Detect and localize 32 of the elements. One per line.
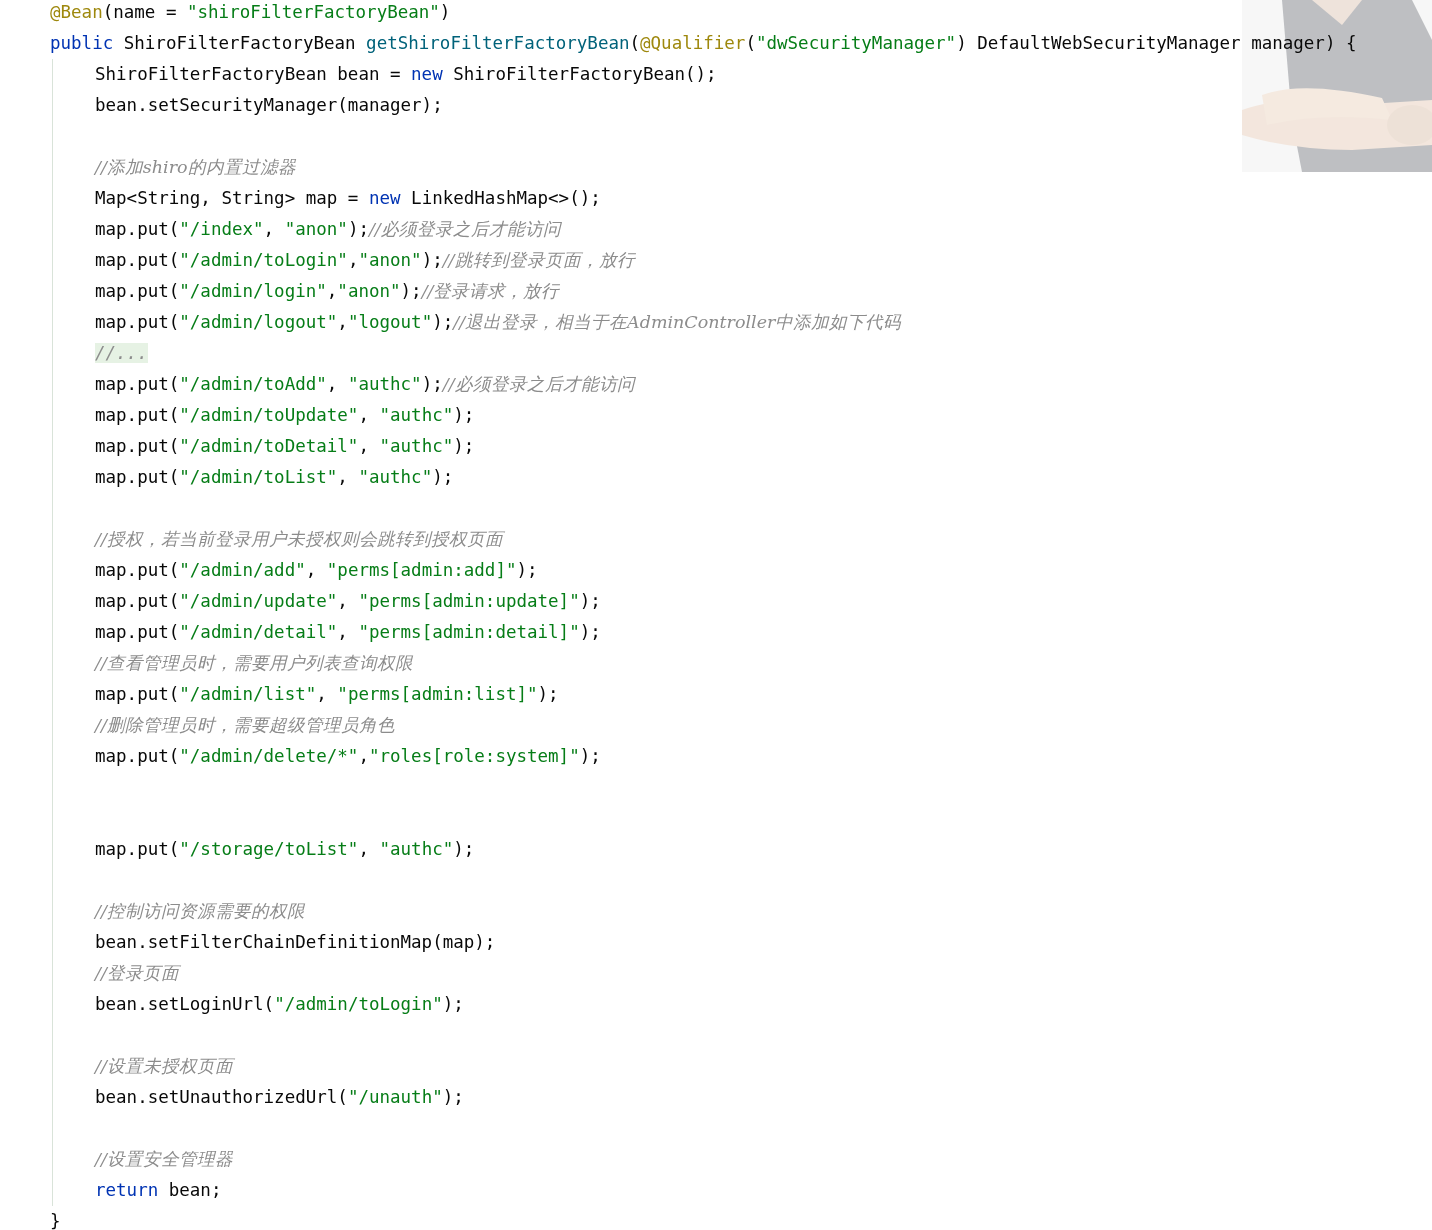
code-line: bean.setUnauthorizedUrl("/unauth"); [95,1086,464,1109]
code-line: public ShiroFilterFactoryBean getShiroFilterFactoryBean(@Qualifier("dwSecurityManager") DefaultWebSecurityManager manager) { [50,32,1357,55]
code-line: @Bean(name = "shiroFilterFactoryBean") [50,1,451,24]
code-line: map.put("/admin/add", "perms[admin:add]"); [95,559,538,582]
code-line: ShiroFilterFactoryBean bean = new ShiroFilterFactoryBean(); [95,63,717,86]
code-line: map.put("/admin/list", "perms[admin:list]"); [95,683,559,706]
code-line: map.put("/admin/toList", "authc"); [95,466,454,489]
code-line: map.put("/admin/toLogin","anon");//跳转到登录页面，放行 [95,249,635,272]
code-line: map.put("/admin/detail", "perms[admin:detail]"); [95,621,601,644]
code-line: //删除管理员时，需要超级管理员角色 [95,714,395,737]
code-line: bean.setFilterChainDefinitionMap(map); [95,931,496,954]
code-line: map.put("/admin/login","anon");//登录请求，放行 [95,280,560,303]
code-line: map.put("/admin/delete/*","roles[role:system]"); [95,745,601,768]
code-line: map.put("/index", "anon");//必须登录之后才能访问 [95,218,561,241]
code-line: map.put("/admin/update", "perms[admin:update]"); [95,590,601,613]
code-line: //查看管理员时，需要用户列表查询权限 [95,652,413,675]
code-line: //授权，若当前登录用户未授权则会跳转到授权页面 [95,528,503,551]
code-line: map.put("/admin/toAdd", "authc");//必须登录之后才能访问 [95,373,635,396]
code-line: //添加shiro的内置过滤器 [95,156,296,179]
code-line: map.put("/storage/toList", "authc"); [95,838,475,861]
code-line: map.put("/admin/logout","logout");//退出登录，相当于在AdminController中添加如下代码 [95,311,902,334]
code-line: bean.setSecurityManager(manager); [95,94,443,117]
code-line: //登录页面 [95,962,179,985]
code-line: //设置未授权页面 [95,1055,233,1078]
code-line: return bean; [95,1179,222,1202]
code-line: map.put("/admin/toDetail", "authc"); [95,435,475,458]
code-line: //设置安全管理器 [95,1148,233,1171]
code-line: map.put("/admin/toUpdate", "authc"); [95,404,475,427]
code-line: Map<String, String> map = new LinkedHashMap<>(); [95,187,601,210]
code-line: //控制访问资源需要的权限 [95,900,305,923]
code-line: bean.setLoginUrl("/admin/toLogin"); [95,993,464,1016]
code-line: } [50,1210,61,1230]
